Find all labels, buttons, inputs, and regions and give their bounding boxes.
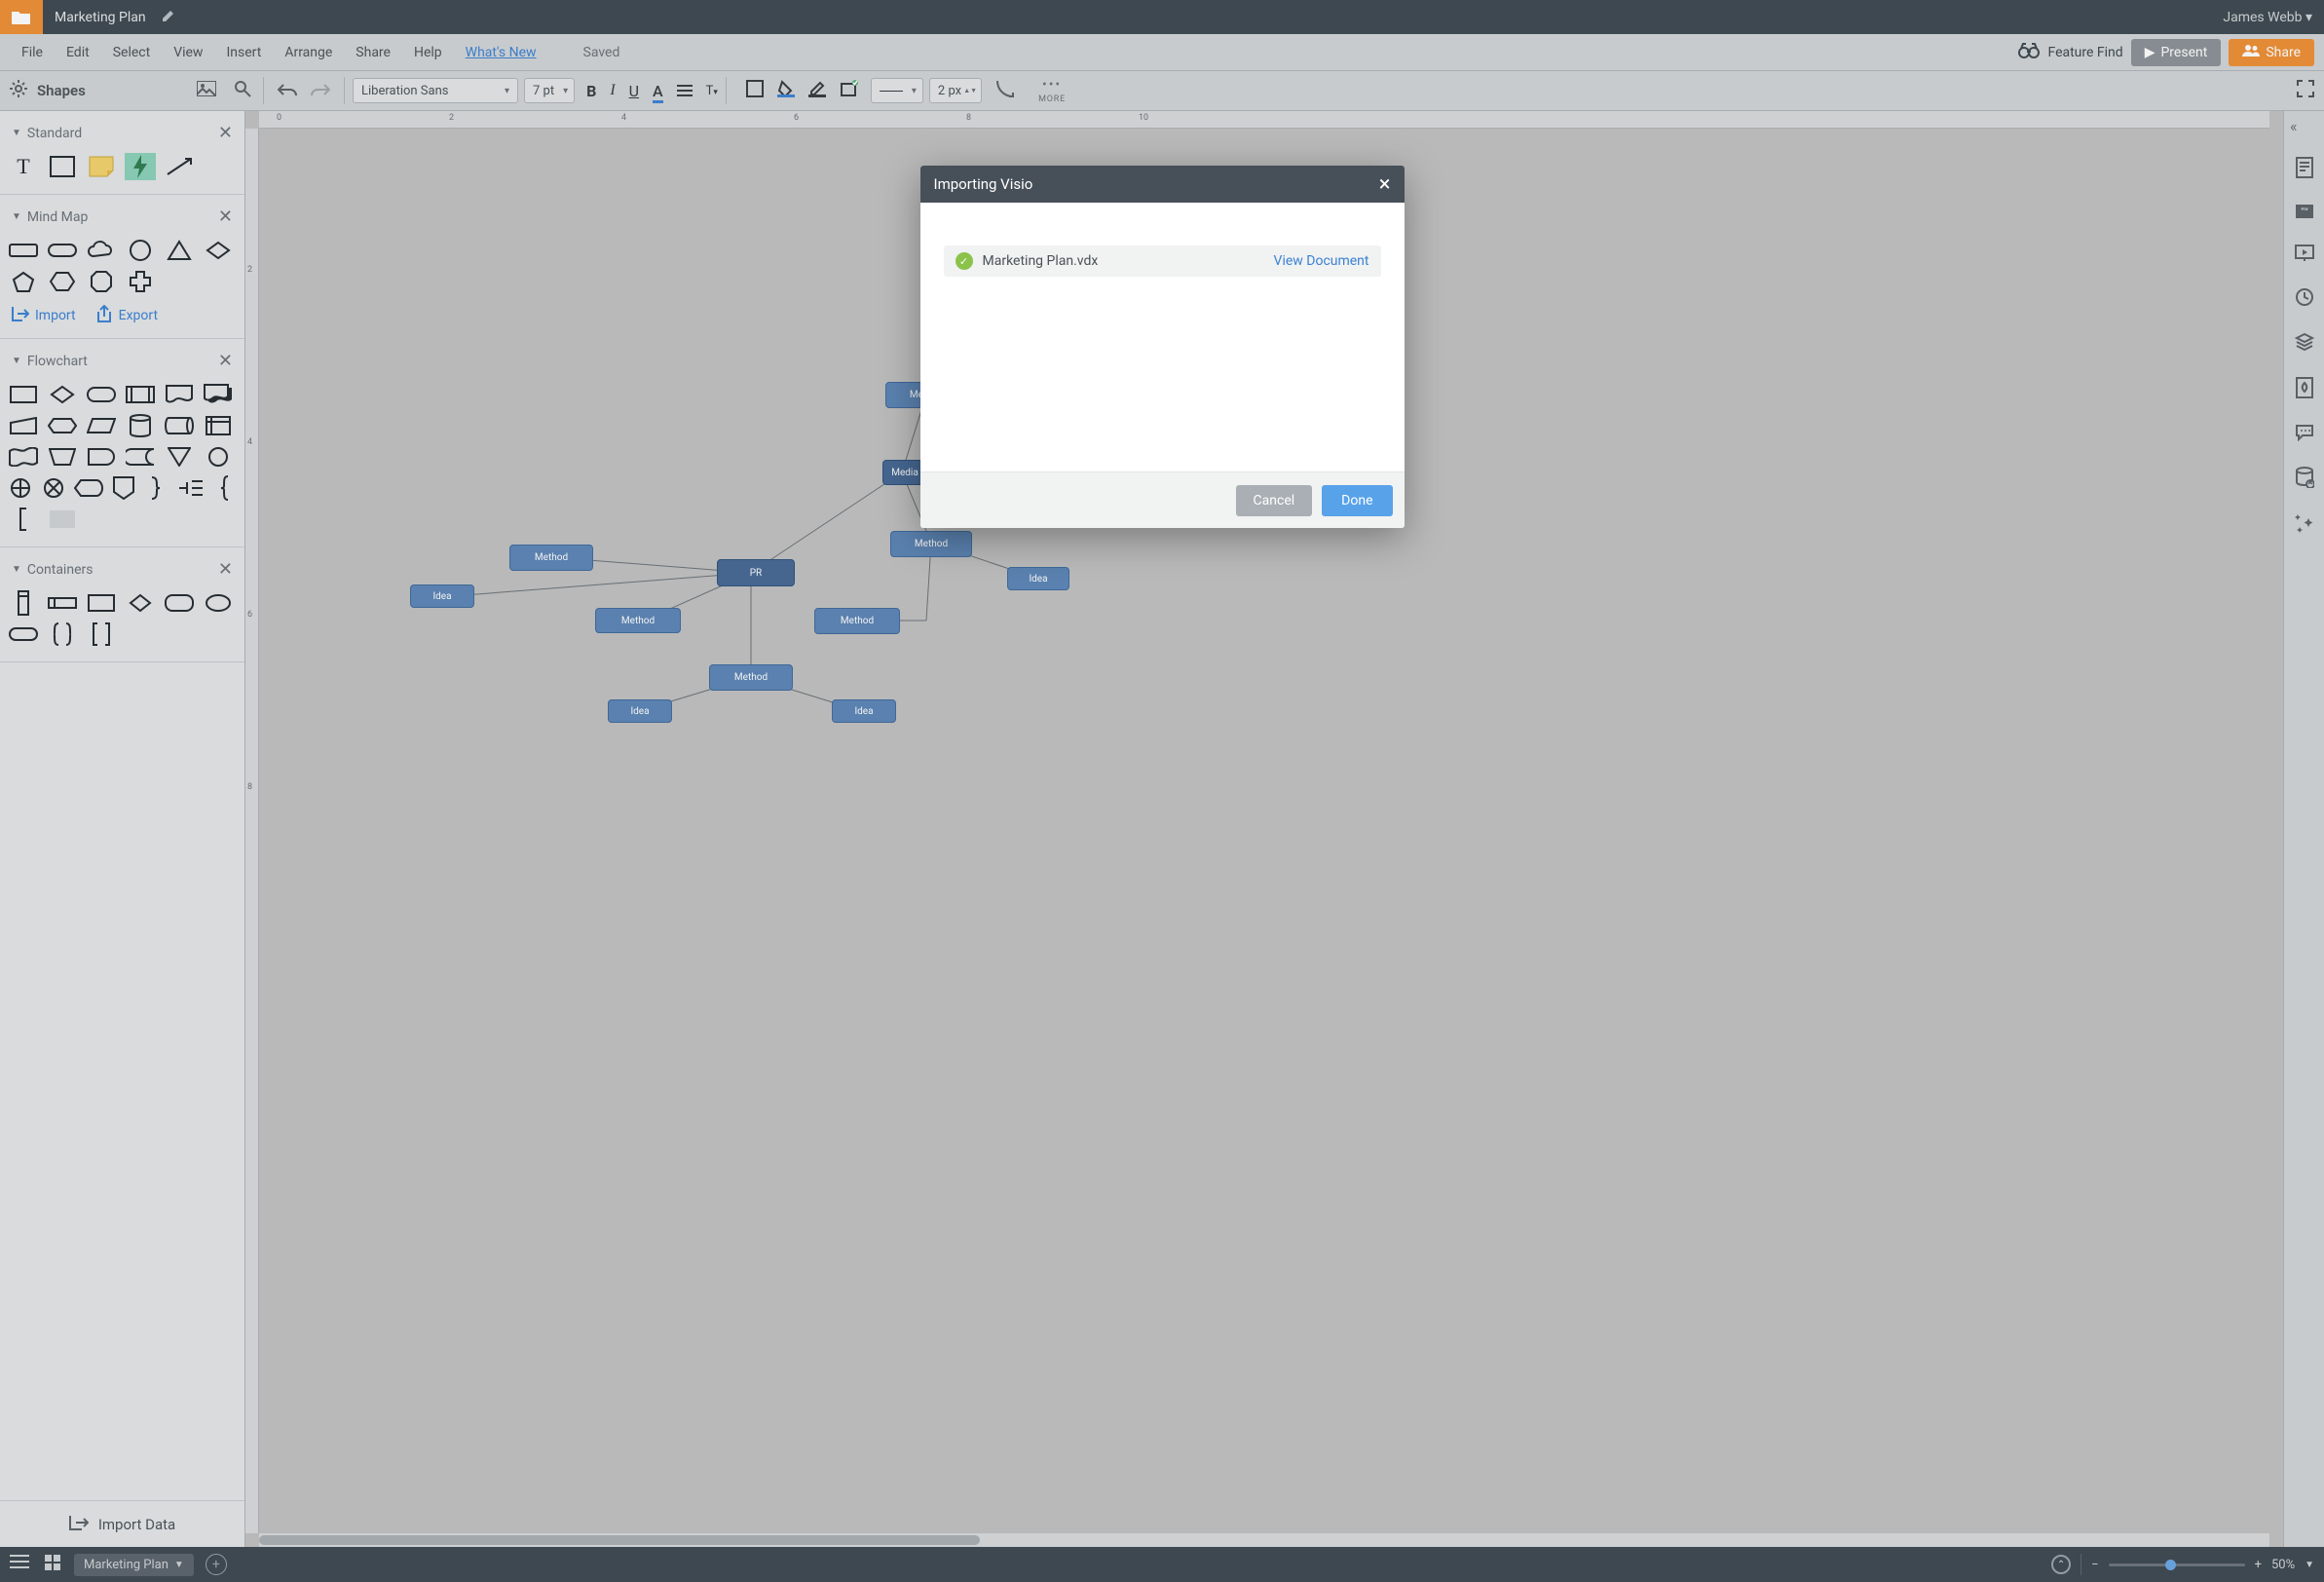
dialog-title: Importing Visio (934, 175, 1033, 193)
done-button[interactable]: Done (1322, 485, 1392, 516)
success-check-icon: ✓ (956, 252, 973, 270)
view-document-link[interactable]: View Document (1274, 253, 1369, 269)
modal-overlay: Importing Visio × ✓ Marketing Plan.vdx V… (0, 0, 2324, 1582)
imported-file-row: ✓ Marketing Plan.vdx View Document (944, 245, 1381, 277)
cancel-button[interactable]: Cancel (1236, 485, 1313, 516)
close-dialog-icon[interactable]: × (1379, 172, 1391, 197)
import-visio-dialog: Importing Visio × ✓ Marketing Plan.vdx V… (920, 166, 1405, 528)
imported-file-name: Marketing Plan.vdx (983, 253, 1099, 269)
